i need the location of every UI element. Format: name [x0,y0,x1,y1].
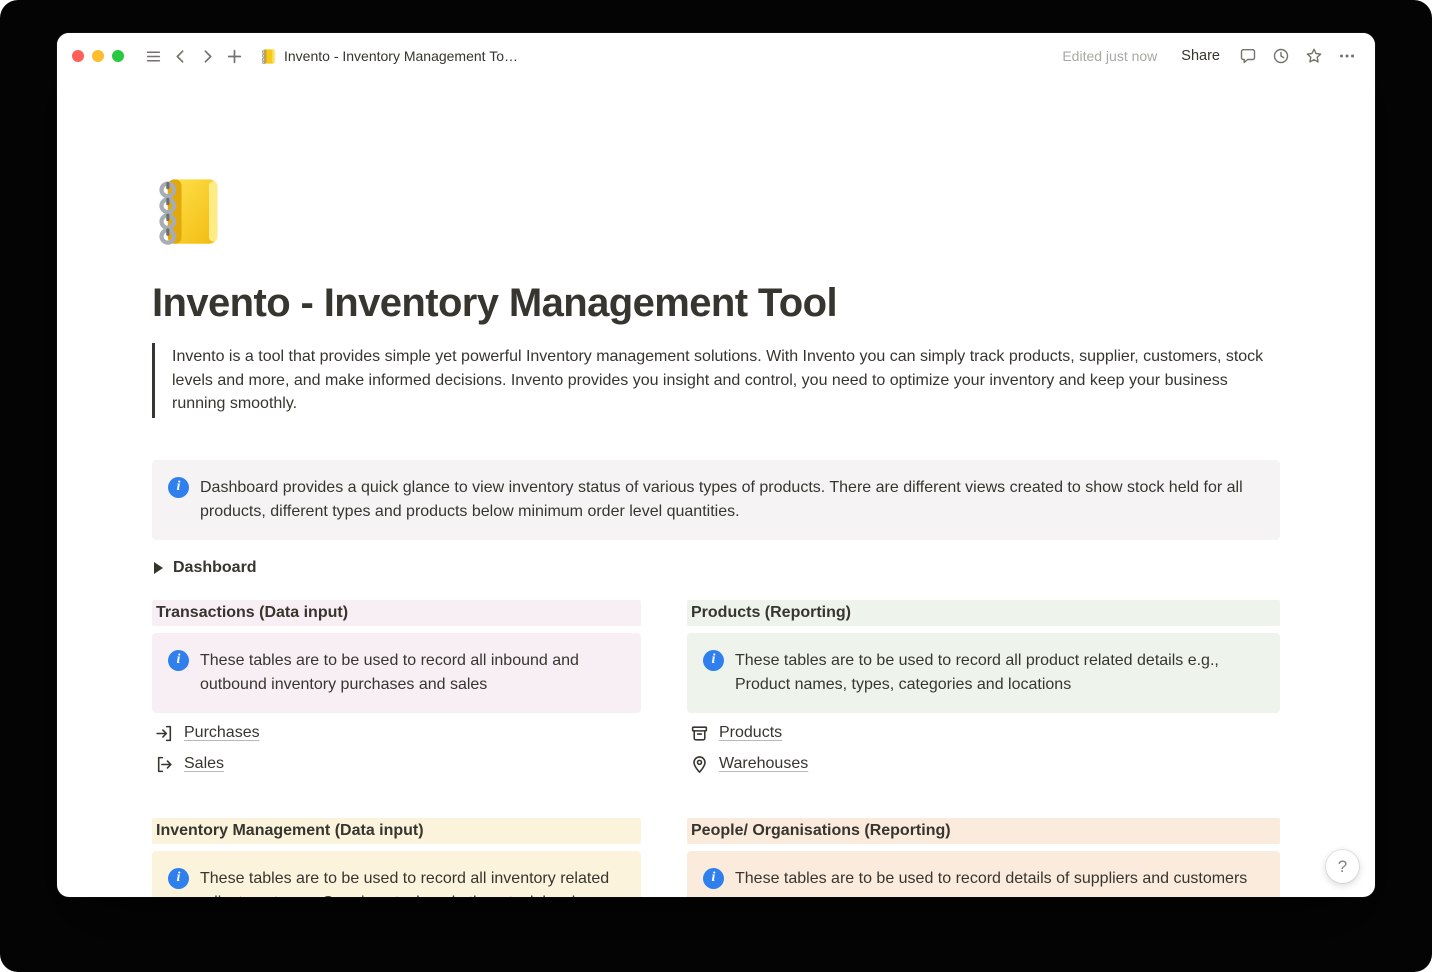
page-icon-notebook[interactable] [152,173,228,249]
intro-quote: Invento is a tool that provides simple y… [152,343,1267,418]
link-purchases[interactable]: Purchases [152,718,641,749]
link-label: Warehouses [719,755,808,773]
history-clock-icon[interactable] [1267,43,1294,70]
breadcrumb[interactable]: Invento - Inventory Management To… [254,45,524,68]
info-icon [168,868,189,889]
section-header: Products (Reporting) [687,600,1280,626]
archive-box-icon [689,723,710,744]
section-header: People/ Organisations (Reporting) [687,818,1280,844]
section-people-organisations: People/ Organisations (Reporting) These … [687,818,1280,898]
titlebar: Invento - Inventory Management To… Edite… [57,33,1375,79]
toggle-triangle-icon[interactable] [154,562,163,574]
zoom-window-button[interactable] [112,50,124,62]
back-icon[interactable] [167,43,194,70]
desktop-background: Invento - Inventory Management To… Edite… [0,0,1432,972]
section-inventory-management: Inventory Management (Data input) These … [152,818,641,898]
section-transactions: Transactions (Data input) These tables a… [152,600,641,780]
section-callout: These tables are to be used to record de… [687,851,1280,898]
export-arrow-icon [154,754,175,775]
forward-icon[interactable] [194,43,221,70]
section-links: Purchases Sales [152,718,641,780]
edited-status: Edited just now [1062,48,1157,64]
toggle-label: Dashboard [173,559,257,577]
sidebar-menu-icon[interactable] [140,43,167,70]
import-arrow-icon [154,723,175,744]
window-controls [72,50,124,62]
info-icon [168,650,189,671]
minimize-window-button[interactable] [92,50,104,62]
link-label: Purchases [184,724,260,742]
section-callout-text: These tables are to be used to record de… [735,867,1247,891]
location-pin-icon [689,754,710,775]
section-header: Inventory Management (Data input) [152,818,641,844]
notebook-emoji-icon [260,48,277,65]
dashboard-callout: Dashboard provides a quick glance to vie… [152,460,1280,540]
more-options-icon[interactable] [1333,43,1360,70]
comments-icon[interactable] [1234,43,1261,70]
link-warehouses[interactable]: Warehouses [687,749,1280,780]
section-callout: These tables are to be used to record al… [152,633,641,713]
close-window-button[interactable] [72,50,84,62]
share-button[interactable]: Share [1175,44,1226,68]
section-callout: These tables are to be used to record al… [152,851,641,898]
document-title: Invento - Inventory Management To… [284,48,518,64]
page-title: Invento - Inventory Management Tool [152,279,1280,327]
info-icon [168,477,189,498]
app-window: Invento - Inventory Management To… Edite… [57,33,1375,897]
info-icon [703,650,724,671]
section-callout: These tables are to be used to record al… [687,633,1280,713]
link-sales[interactable]: Sales [152,749,641,780]
section-grid: Transactions (Data input) These tables a… [152,600,1280,898]
new-tab-plus-icon[interactable] [221,43,248,70]
dashboard-toggle[interactable]: Dashboard [152,554,259,582]
section-header: Transactions (Data input) [152,600,641,626]
section-callout-text: These tables are to be used to record al… [200,649,625,697]
dashboard-callout-text: Dashboard provides a quick glance to vie… [200,476,1264,524]
page-content: Invento - Inventory Management Tool Inve… [57,79,1375,897]
info-icon [703,868,724,889]
section-products: Products (Reporting) These tables are to… [687,600,1280,780]
favorite-star-icon[interactable] [1300,43,1327,70]
section-links: Products Warehouses [687,718,1280,780]
link-label: Products [719,724,782,742]
titlebar-actions [1234,43,1360,70]
section-callout-text: These tables are to be used to record al… [735,649,1264,697]
link-products[interactable]: Products [687,718,1280,749]
help-button[interactable]: ? [1326,850,1359,883]
section-callout-text: These tables are to be used to record al… [200,867,625,898]
link-label: Sales [184,755,224,773]
